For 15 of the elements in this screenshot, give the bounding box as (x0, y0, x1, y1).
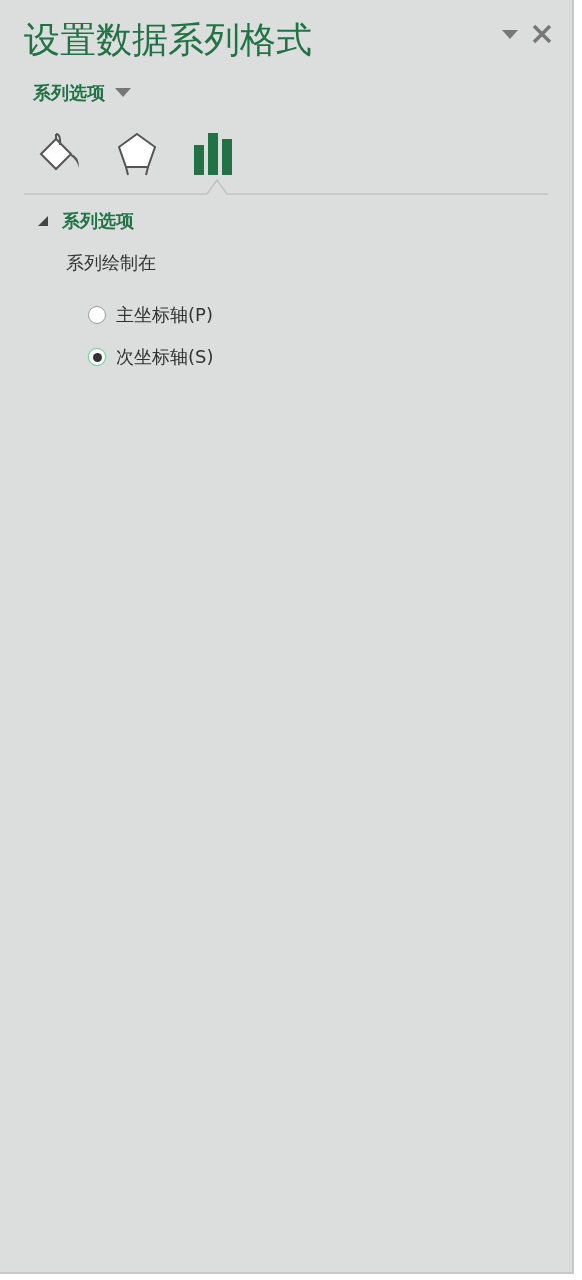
caret-icon (502, 30, 518, 40)
field-label: 系列绘制在 (66, 251, 157, 276)
caret-icon (115, 88, 131, 99)
pentagon-icon (115, 131, 158, 178)
section-header[interactable]: 系列选项 (38, 209, 134, 234)
options-menu[interactable]: 系列选项 (33, 81, 131, 106)
close-icon (532, 24, 552, 44)
radio-option[interactable]: 次坐标轴(S) (88, 345, 572, 370)
radio-button[interactable] (88, 348, 106, 367)
pane-title: 设置数据系列格式 (24, 18, 313, 62)
radio-button[interactable] (88, 306, 106, 325)
radio-option[interactable]: 主坐标轴(P) (88, 303, 572, 328)
close-button[interactable] (532, 24, 552, 44)
bar-chart-icon (193, 133, 234, 176)
expand-triangle-icon (38, 216, 48, 227)
